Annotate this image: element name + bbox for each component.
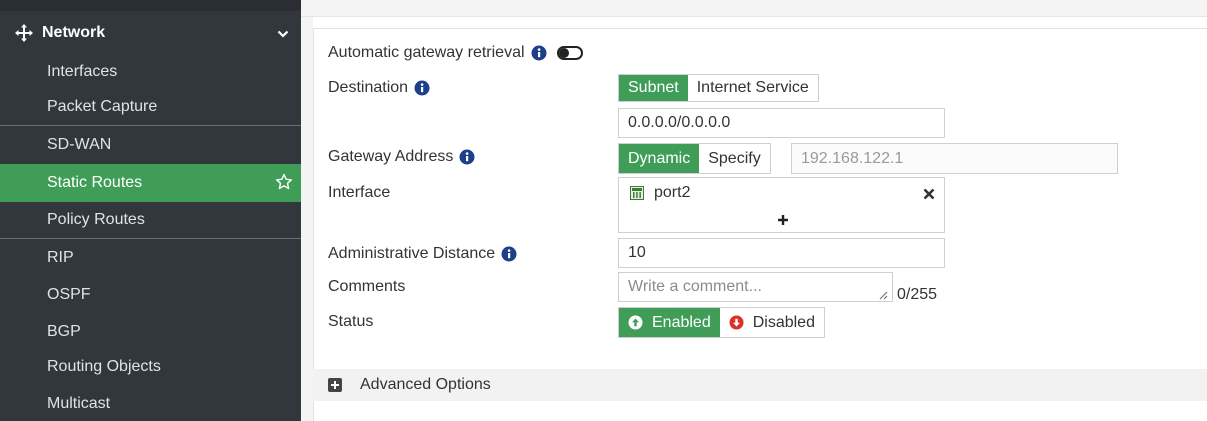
destination-option-subnet[interactable]: Subnet: [619, 75, 688, 101]
sidebar-top-bar: [0, 0, 301, 11]
admin-distance-label: Administrative Distance: [328, 245, 496, 262]
sidebar-item-bgp[interactable]: BGP: [0, 313, 301, 351]
nav-section-network[interactable]: Network: [0, 15, 301, 51]
info-icon[interactable]: [501, 246, 517, 262]
status-option-disabled[interactable]: Disabled: [720, 308, 824, 337]
interface-select[interactable]: port2: [618, 177, 945, 233]
add-icon[interactable]: [777, 213, 789, 225]
destination-row: Destination: [328, 77, 430, 99]
sidebar-item-label: Policy Routes: [47, 211, 145, 228]
comments-textarea[interactable]: Write a comment...: [618, 272, 893, 302]
destination-type-toggle: Subnet Internet Service: [618, 74, 819, 102]
arrow-down-circle-icon: [729, 315, 744, 330]
info-icon[interactable]: [414, 80, 430, 96]
interface-label: Interface: [328, 184, 391, 201]
auto-gateway-toggle[interactable]: [556, 46, 583, 60]
status-option-enabled[interactable]: Enabled: [619, 308, 720, 337]
admin-distance-row: Administrative Distance: [328, 243, 517, 265]
comment-char-counter: 0/255: [897, 286, 938, 303]
star-favorite-icon[interactable]: [275, 173, 293, 191]
comments-placeholder: Write a comment...: [628, 278, 762, 295]
resize-handle-icon[interactable]: [878, 287, 888, 300]
info-icon[interactable]: [531, 45, 547, 61]
auto-gateway-label: Automatic gateway retrieval: [328, 44, 525, 61]
sidebar-item-static-routes[interactable]: Static Routes: [0, 164, 301, 202]
top-strip: [301, 0, 1207, 17]
status-enabled-label: Enabled: [652, 313, 711, 331]
advanced-options-toggle[interactable]: Advanced Options: [313, 369, 1207, 401]
gateway-address-input[interactable]: 192.168.122.1: [791, 143, 1118, 174]
status-toggle: Enabled Disabled: [618, 307, 825, 338]
gateway-type-toggle: Dynamic Specify: [618, 143, 771, 174]
sidebar-item-rip[interactable]: RIP: [0, 238, 301, 276]
move-arrows-icon: [14, 23, 34, 43]
interface-value: port2: [654, 184, 691, 201]
sidebar-item-label: Static Routes: [47, 174, 143, 191]
status-label: Status: [328, 313, 374, 330]
gateway-option-specify[interactable]: Specify: [699, 144, 769, 173]
status-disabled-label: Disabled: [752, 313, 815, 331]
arrow-up-circle-icon: [628, 315, 643, 330]
sidebar-item-label: Multicast: [47, 395, 111, 412]
sidebar-item-sd-wan[interactable]: SD-WAN: [0, 125, 301, 163]
gateway-row: Gateway Address: [328, 146, 475, 168]
sidebar-item-packet-capture[interactable]: Packet Capture: [0, 88, 301, 126]
sidebar-item-ospf[interactable]: OSPF: [0, 276, 301, 314]
sidebar-item-routing-objects[interactable]: Routing Objects: [0, 348, 301, 386]
sidebar-item-multicast[interactable]: Multicast: [0, 385, 301, 421]
close-icon[interactable]: [923, 187, 935, 200]
sidebar-item-label: OSPF: [47, 286, 91, 303]
destination-option-internet-service[interactable]: Internet Service: [688, 75, 818, 101]
expand-plus-icon: [328, 378, 342, 392]
comments-label: Comments: [328, 278, 406, 295]
nav-section-label: Network: [42, 24, 106, 41]
auto-gateway-row: Automatic gateway retrieval: [328, 42, 583, 64]
sidebar-item-label: BGP: [47, 323, 81, 340]
sidebar-item-label: RIP: [47, 248, 74, 266]
chevron-down-icon: [277, 27, 289, 39]
destination-label: Destination: [328, 79, 409, 96]
destination-subnet-input[interactable]: 0.0.0.0/0.0.0.0: [618, 108, 945, 138]
port-icon: [630, 186, 644, 200]
gateway-option-dynamic[interactable]: Dynamic: [619, 144, 700, 173]
sidebar-item-label: Interfaces: [47, 63, 118, 80]
advanced-options-label: Advanced Options: [360, 376, 491, 393]
interface-entry: port2: [630, 184, 690, 202]
sidebar-item-label: SD-WAN: [47, 135, 112, 153]
admin-distance-input[interactable]: 10: [618, 238, 945, 268]
sidebar-item-label: Packet Capture: [47, 98, 158, 115]
sidebar: Network Interfaces Packet Capture SD-WAN…: [0, 0, 301, 421]
content-gutter: [301, 17, 313, 421]
info-icon[interactable]: [459, 149, 475, 165]
sidebar-item-label: Routing Objects: [47, 358, 161, 375]
sidebar-item-interfaces[interactable]: Interfaces: [0, 53, 301, 91]
gateway-label: Gateway Address: [328, 148, 454, 165]
sidebar-item-policy-routes[interactable]: Policy Routes: [0, 201, 301, 239]
